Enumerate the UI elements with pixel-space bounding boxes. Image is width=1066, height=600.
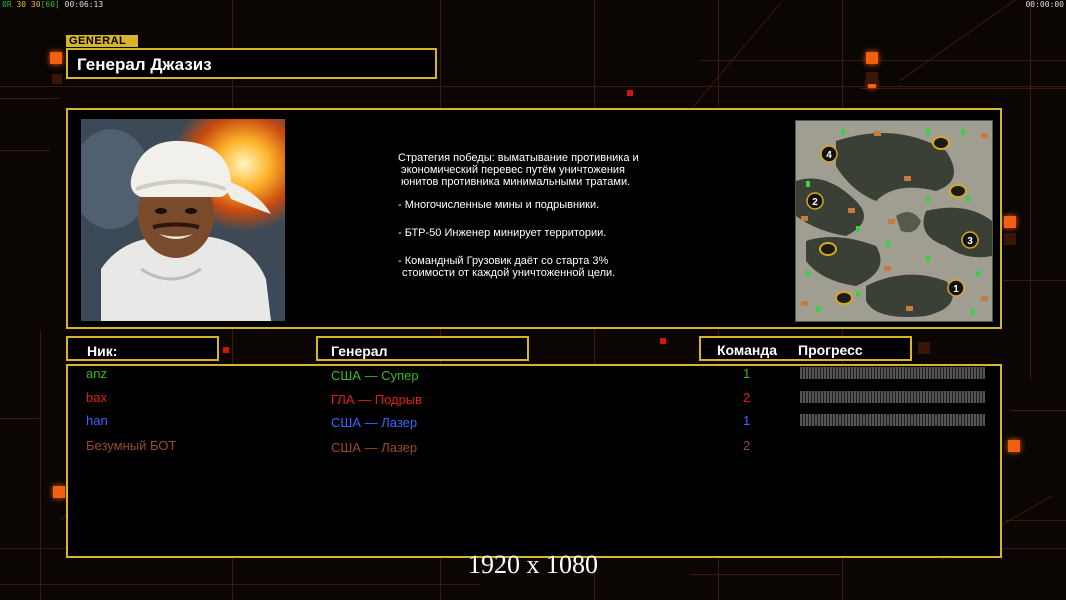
player-nick: Безумный БОТ xyxy=(86,438,177,453)
strategy-line: экономический перевес путём уничтожения xyxy=(401,164,626,176)
bullet-dash-icon: - xyxy=(398,199,405,211)
general-info-panel: Стратегия победы: выматывание противника… xyxy=(66,108,1002,329)
player-general: США — Супер xyxy=(331,368,419,383)
bullet-dash-icon: - xyxy=(398,255,405,267)
hud-left-counter: 0R 30 30[60] 00:06:13 xyxy=(2,0,103,9)
bullet-text: БТР-50 Инженер минирует территории. xyxy=(404,227,607,239)
bullet-item: - Командный Грузовик даёт со старта 3% xyxy=(398,255,698,267)
portrait-image xyxy=(81,119,285,321)
bullet-item: - Многочисленные мины и подрывники. xyxy=(398,199,698,211)
hud-bracket: [60] xyxy=(40,0,60,9)
header-general: Генерал xyxy=(331,343,388,359)
player-team: 2 xyxy=(743,438,751,453)
bullet-item: - БТР-50 Инженер минирует территории. xyxy=(398,227,698,239)
start-position-4: 4 xyxy=(826,150,832,161)
player-nick: anz xyxy=(86,366,107,381)
bullet-text: Многочисленные мины и подрывники. xyxy=(404,199,600,211)
header-team: Команда xyxy=(717,342,777,358)
bullet-dash-icon: - xyxy=(398,227,405,239)
player-general: ГЛА — Подрыв xyxy=(331,392,423,407)
player-progress-bar xyxy=(800,367,985,379)
player-progress-bar xyxy=(800,414,985,426)
strategy-line: Стратегия победы: выматывание противника… xyxy=(398,152,639,164)
resolution-label: 1920 x 1080 xyxy=(468,550,598,579)
header-progress: Прогресс xyxy=(798,342,863,358)
general-title-box: Генерал Джазиз xyxy=(66,48,437,79)
page-title: Генерал Джазиз xyxy=(77,55,212,74)
strategy-text: Стратегия победы: выматывание противника… xyxy=(398,152,698,279)
hud-values: 30 30 xyxy=(16,0,41,9)
bullet-text: Командный Грузовик даёт со старта 3% xyxy=(404,255,609,267)
map-preview: 4 2 3 1 xyxy=(795,120,993,322)
player-team: 1 xyxy=(743,413,751,428)
player-team: 1 xyxy=(743,366,751,381)
map-terrain: 4 2 3 1 xyxy=(796,121,992,321)
player-nick: bax xyxy=(86,390,107,405)
player-nick: han xyxy=(86,413,108,428)
header-team-progress-box: Команда Прогресс xyxy=(699,336,912,361)
hud-time: 00:06:13 xyxy=(64,0,104,9)
header-general-box: Генерал xyxy=(316,336,529,361)
player-general: США — Лазер xyxy=(331,415,418,430)
header-nick-box: Ник: xyxy=(66,336,219,361)
hud-prefix: 0R xyxy=(2,0,12,9)
header-nick: Ник: xyxy=(87,343,118,359)
bullet-text-continued: стоимости от каждой уничтоженной цели. xyxy=(402,267,616,279)
hud-right-time: 00:00:00 xyxy=(1025,0,1064,9)
start-position-2: 2 xyxy=(812,197,818,208)
player-team: 2 xyxy=(743,390,751,405)
player-general: США — Лазер xyxy=(331,440,418,455)
start-position-1: 1 xyxy=(953,284,959,295)
player-progress-bar xyxy=(800,391,985,403)
general-tag: GENERAL xyxy=(66,35,138,47)
start-position-3: 3 xyxy=(967,236,973,247)
general-portrait xyxy=(81,119,285,321)
strategy-line: юнитов противника минимальными тратами. xyxy=(401,176,631,188)
